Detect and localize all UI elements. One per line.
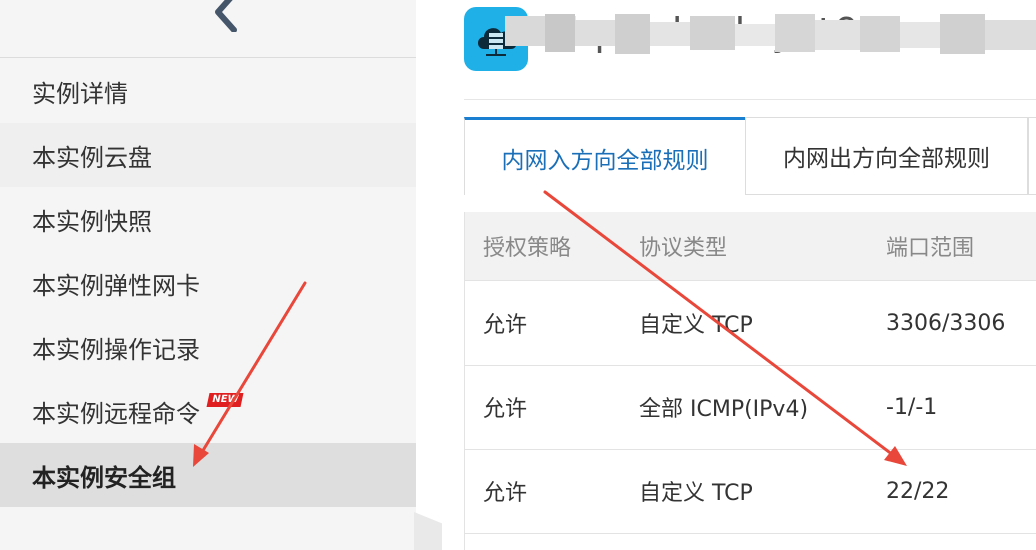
sidebar-item-snapshots[interactable]: 本实例快照 [0, 187, 416, 251]
table-header: 授权策略 协议类型 端口范围 [465, 212, 1036, 281]
sidebar-item-label: 本实例云盘 [32, 143, 152, 172]
sidebar-item-operation-logs[interactable]: 本实例操作记录 [0, 315, 416, 379]
sidebar-header [0, 0, 416, 58]
cell-protocol: 自定义 TCP [639, 481, 753, 506]
cell-policy: 允许 [483, 481, 528, 506]
sidebar-item-eni[interactable]: 本实例弹性网卡 [0, 251, 416, 315]
cell-protocol: 自定义 TCP [639, 313, 753, 338]
tab-outbound-rules[interactable]: 内网出方向全部规则 [745, 117, 1028, 195]
column-header-protocol: 协议类型 [639, 236, 728, 261]
chevron-left-icon[interactable] [204, 0, 244, 33]
table-row: 允许 自定义 TCP 22/22 [465, 449, 1036, 534]
table-row: 允许 自定义 TCP 3306/3306 [465, 281, 1036, 366]
instance-name: i-bp1abcdxyzt9f8e [540, 10, 929, 54]
tab-label: 内网入方向全部规则 [501, 147, 709, 174]
new-badge: NEW [206, 393, 244, 407]
cell-port-range: 3306/3306 [886, 310, 1006, 336]
cell-protocol: 全部 ICMP(IPv4) [639, 397, 809, 422]
sidebar-item-label: 本实例快照 [32, 207, 152, 236]
cell-port-range: -1/-1 [886, 394, 938, 420]
sidebar-item-label: 实例详情 [32, 79, 128, 108]
tab-label: 内网出方向全部规则 [783, 146, 990, 172]
table-row: 允许 全部 ICMP(IPv4) -1/-1 [465, 365, 1036, 450]
sidebar-item-label: 本实例安全组 [32, 463, 176, 492]
tab-baseline [745, 194, 1036, 195]
sidebar-item-cloud-disks[interactable]: 本实例云盘 [0, 123, 416, 187]
header-divider [464, 99, 1036, 100]
sidebar-item-label: 本实例弹性网卡 [32, 271, 200, 300]
sidebar-item-label: 本实例远程命令 [32, 399, 200, 428]
tab-inbound-rules[interactable]: 内网入方向全部规则 [464, 117, 745, 195]
sidebar-item-instance-details[interactable]: 实例详情 [0, 59, 416, 123]
sidebar-item-security-groups[interactable]: 本实例安全组 [0, 443, 416, 507]
sidebar-item-remote-commands[interactable]: 本实例远程命令 NEW [0, 379, 416, 443]
tab-next-partial[interactable] [1028, 117, 1036, 195]
cell-policy: 允许 [483, 397, 528, 422]
sidebar-item-label: 本实例操作记录 [32, 335, 200, 364]
sidebar-gutter [416, 0, 440, 550]
column-header-policy: 授权策略 [483, 236, 572, 261]
cloud-server-icon [464, 7, 528, 71]
security-rules-table: 授权策略 协议类型 端口范围 允许 自定义 TCP 3306/3306 允许 全… [464, 212, 1036, 550]
cell-port-range: 22/22 [886, 478, 950, 504]
cell-policy: 允许 [483, 313, 528, 338]
column-header-port-range: 端口范围 [886, 236, 975, 261]
sidebar: 实例详情 本实例云盘 本实例快照 本实例弹性网卡 本实例操作记录 本实例远程命令… [0, 0, 416, 550]
